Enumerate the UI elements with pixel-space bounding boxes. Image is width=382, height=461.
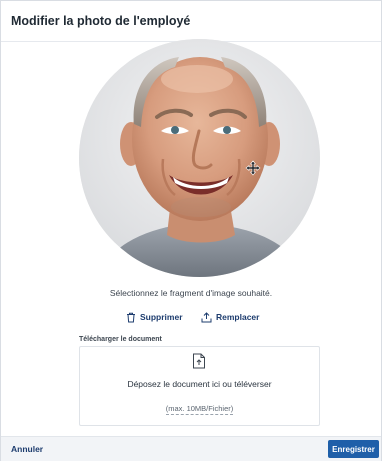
replace-label: Remplacer xyxy=(216,312,260,322)
replace-button[interactable]: Remplacer xyxy=(201,310,259,324)
file-dropzone[interactable]: Déposez le document ici ou téléverser (m… xyxy=(79,346,320,426)
file-size-limit: (max. 10MB/Fichier) xyxy=(165,404,234,415)
crop-instruction: Sélectionnez le fragment d'image souhait… xyxy=(109,288,273,298)
edit-photo-dialog: Modifier la photo de l'employé Sélection… xyxy=(0,0,382,461)
dialog-footer: Annuler Enregistrer xyxy=(1,436,381,461)
move-icon[interactable] xyxy=(245,160,261,176)
file-upload-icon xyxy=(193,353,205,369)
photo-crop-area[interactable] xyxy=(79,39,320,277)
trash-icon xyxy=(127,312,135,322)
upload-icon xyxy=(201,311,212,322)
dropzone-text: Déposez le document ici ou téléverser xyxy=(127,379,272,389)
dialog-header: Modifier la photo de l'employé xyxy=(1,1,381,42)
employee-photo xyxy=(79,39,320,277)
save-button[interactable]: Enregistrer xyxy=(328,440,379,458)
dialog-title: Modifier la photo de l'employé xyxy=(11,14,191,28)
photo-actions: Supprimer Remplacer xyxy=(1,310,381,324)
cancel-button[interactable]: Annuler xyxy=(11,444,43,454)
delete-button[interactable]: Supprimer xyxy=(126,310,183,324)
upload-section-label: Télécharger le document xyxy=(79,336,162,343)
delete-label: Supprimer xyxy=(140,312,183,322)
